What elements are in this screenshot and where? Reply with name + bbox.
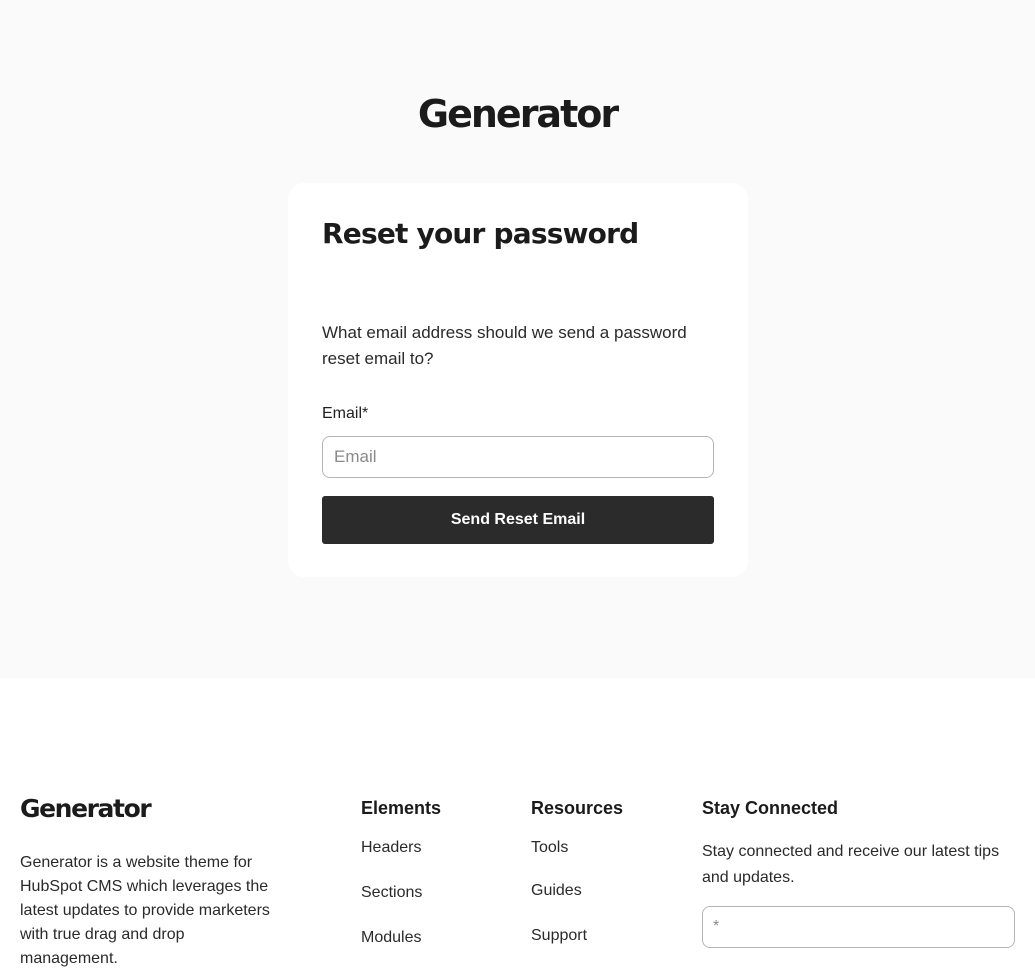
send-reset-email-button[interactable]: Send Reset Email: [322, 496, 714, 544]
stay-connected-description: Stay connected and receive our latest ti…: [702, 843, 1000, 886]
footer-link-guides[interactable]: Guides: [531, 882, 582, 900]
footer-link-sections[interactable]: Sections: [361, 884, 422, 902]
reset-description: What email address should we send a pass…: [322, 323, 687, 368]
footer-about-text: Generator is a website theme for HubSpot…: [20, 854, 270, 967]
footer-link-headers[interactable]: Headers: [361, 839, 421, 857]
reset-password-card: Reset your password What email address s…: [288, 183, 748, 577]
footer-heading-resources: Resources: [531, 798, 624, 818]
footer-link-modules[interactable]: Modules: [361, 929, 421, 947]
email-label: Email*: [322, 405, 369, 422]
email-field[interactable]: [322, 436, 714, 478]
footer-heading-stay-connected: Stay Connected: [702, 798, 839, 818]
footer-heading-elements: Elements: [361, 798, 442, 818]
brand-logo[interactable]: Generator: [0, 92, 1035, 136]
reset-section: Generator Reset your password What email…: [0, 0, 1035, 678]
footer-link-support[interactable]: Support: [531, 927, 587, 945]
page-title: Reset your password: [322, 217, 639, 250]
subscribe-email-field[interactable]: [702, 906, 1015, 948]
footer-link-tools[interactable]: Tools: [531, 839, 568, 857]
footer-logo[interactable]: Generator: [20, 794, 152, 823]
